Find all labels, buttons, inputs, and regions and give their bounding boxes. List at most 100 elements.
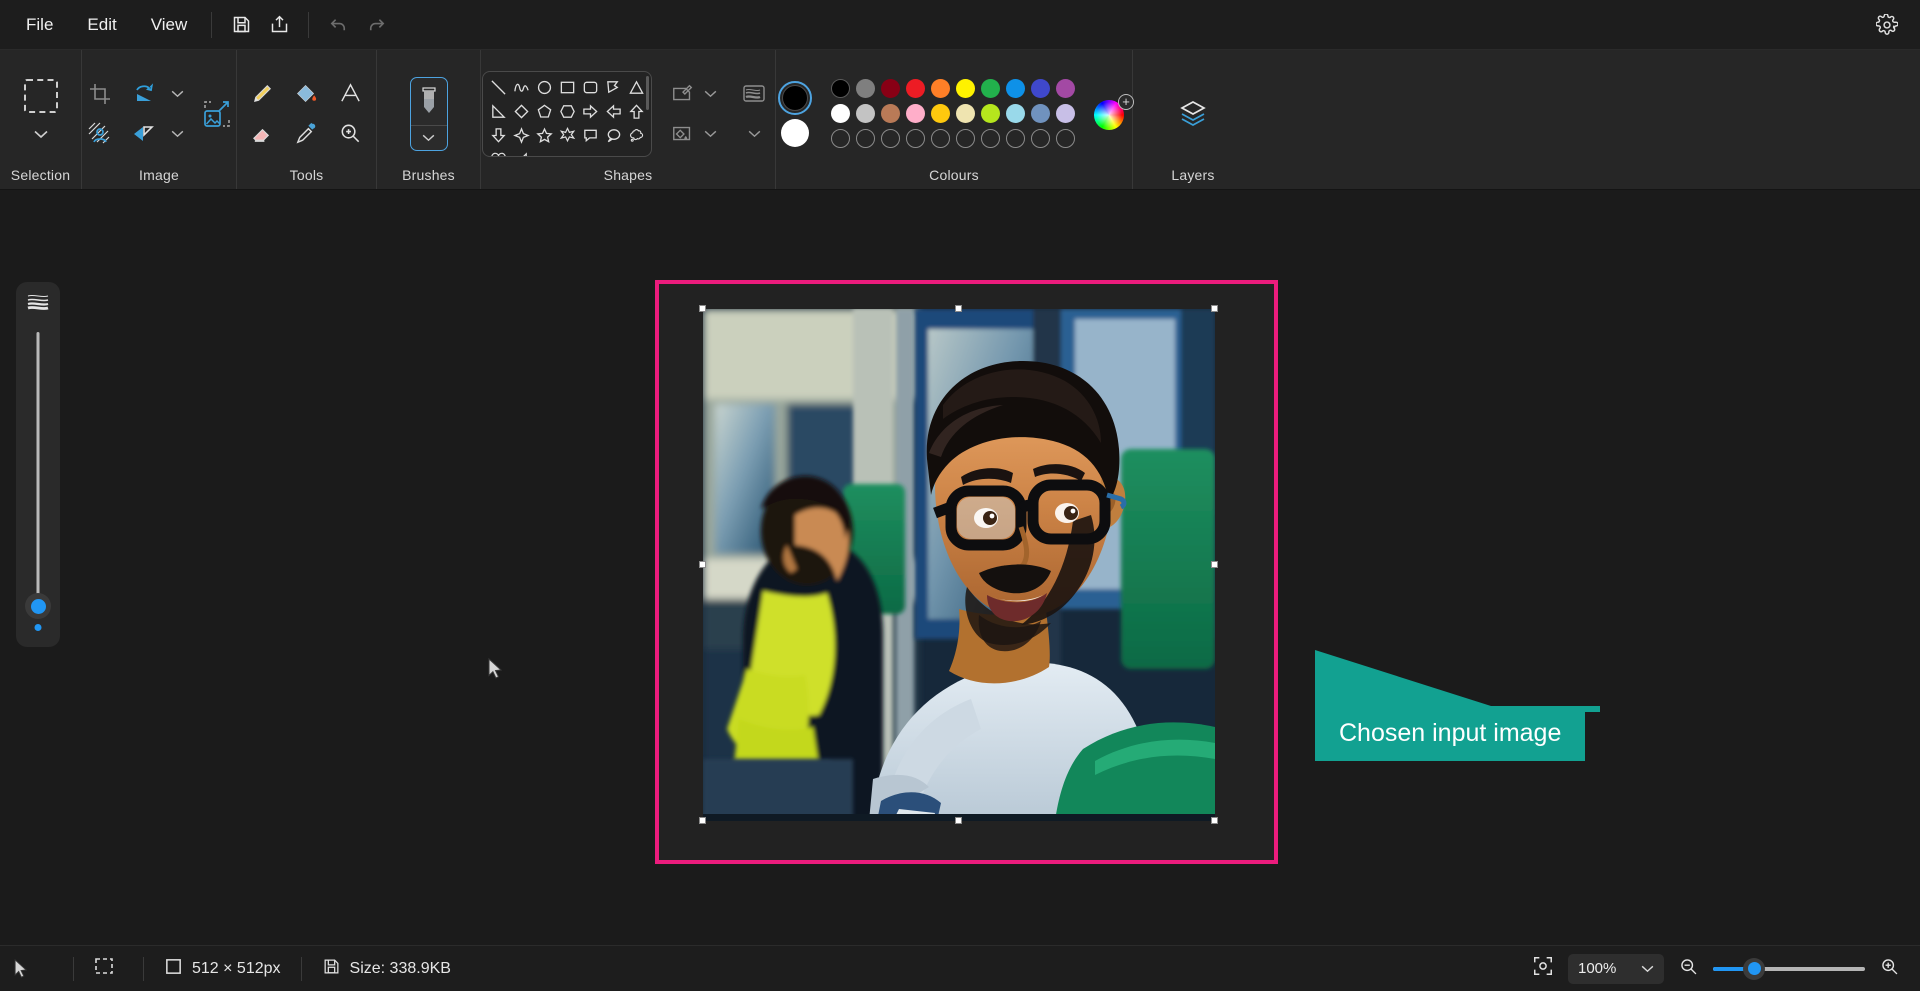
brush-dropdown-chevron-down-icon[interactable] [422,126,435,150]
zoom-level-select[interactable]: 100% [1568,953,1664,984]
shape-fill-dropdown-chevron-down-icon[interactable] [700,117,720,151]
diamond-shape[interactable] [510,100,533,124]
palette-swatch-r2-c8[interactable] [1006,104,1025,123]
palette-swatch-r1-c1[interactable] [831,79,850,98]
shape-outline-dropdown-chevron-down-icon[interactable] [700,77,720,111]
polygon-shape[interactable] [602,76,625,100]
resize-handle-e[interactable] [1211,561,1218,568]
down-arrow-shape[interactable] [487,124,510,148]
palette-swatch-r1-c5[interactable] [931,79,950,98]
selection-dropdown-chevron-down-icon[interactable] [31,118,51,152]
palette-empty-slot-r3-c4[interactable] [906,129,925,148]
primary-colour-swatch[interactable] [778,80,812,115]
pencil-icon[interactable] [243,74,283,114]
rotate-dropdown-chevron-down-icon[interactable] [167,77,187,111]
colour-wheel-icon[interactable]: + [1094,93,1134,134]
lightning-shape[interactable] [510,148,533,156]
rectangle-select-icon[interactable] [21,76,61,116]
resize-handle-nw[interactable] [699,305,706,312]
shape-fill-icon[interactable] [663,114,703,154]
brush-size-slider[interactable] [16,282,60,647]
remove-background-icon[interactable] [80,114,120,154]
flip-icon[interactable] [124,114,164,154]
right-triangle-shape[interactable] [487,100,510,124]
four-point-star-shape[interactable] [510,124,533,148]
heart-shape[interactable] [487,148,510,156]
triangle-shape[interactable] [625,76,648,100]
line-shape[interactable] [487,76,510,100]
resize-handle-n[interactable] [955,305,962,312]
menu-edit[interactable]: Edit [73,9,130,41]
zoom-in-icon[interactable] [1879,956,1900,982]
rounded-rectangle-shape[interactable] [579,76,602,100]
palette-swatch-r2-c9[interactable] [1031,104,1050,123]
resize-handle-ne[interactable] [1211,305,1218,312]
zoom-slider[interactable] [1713,957,1865,980]
pentagon-shape[interactable] [533,100,556,124]
palette-swatch-r1-c7[interactable] [981,79,1000,98]
zoom-dropdown-chevron-down-icon[interactable] [1641,960,1654,977]
palette-swatch-r1-c4[interactable] [906,79,925,98]
resize-handle-sw[interactable] [699,817,706,824]
menu-file[interactable]: File [12,9,67,41]
brush-button[interactable] [409,76,448,151]
palette-swatch-r2-c4[interactable] [906,104,925,123]
canvas-image[interactable] [703,309,1215,821]
save-button[interactable] [222,8,260,42]
palette-swatch-r1-c2[interactable] [856,79,875,98]
plus-icon[interactable]: + [1118,93,1134,110]
palette-swatch-r1-c3[interactable] [881,79,900,98]
resize-handle-w[interactable] [699,561,706,568]
palette-empty-slot-r3-c6[interactable] [956,129,975,148]
rotate-icon[interactable] [124,74,164,114]
right-arrow-shape[interactable] [579,100,602,124]
menu-view[interactable]: View [137,9,202,41]
palette-empty-slot-r3-c8[interactable] [1006,129,1025,148]
zoom-out-icon[interactable] [1678,956,1699,982]
up-arrow-shape[interactable] [625,100,648,124]
eyedropper-icon[interactable] [287,114,327,154]
brush-size-thumb[interactable] [25,593,51,619]
palette-swatch-r2-c1[interactable] [831,104,850,123]
colour-palette[interactable] [828,76,1078,151]
resize-handle-se[interactable] [1211,817,1218,824]
palette-swatch-r1-c10[interactable] [1056,79,1075,98]
fit-to-screen-icon[interactable] [1532,955,1554,982]
resize-image-icon[interactable] [194,91,240,137]
five-point-star-shape[interactable] [533,124,556,148]
undo-button[interactable] [319,8,357,42]
brush-size-track[interactable] [36,332,40,600]
magnifier-icon[interactable] [331,114,371,154]
line-thickness-icon[interactable] [734,74,774,114]
crop-icon[interactable] [80,74,120,114]
palette-swatch-r2-c7[interactable] [981,104,1000,123]
share-button[interactable] [260,8,298,42]
ellipse-shape[interactable] [533,76,556,100]
cloud-callout-shape[interactable] [625,124,648,148]
curve-shape[interactable] [510,76,533,100]
palette-swatch-r2-c5[interactable] [931,104,950,123]
resize-handle-s[interactable] [955,817,962,824]
palette-empty-slot-r3-c2[interactable] [856,129,875,148]
paint-bucket-icon[interactable] [287,74,327,114]
eraser-icon[interactable] [243,114,283,154]
palette-empty-slot-r3-c1[interactable] [831,129,850,148]
palette-swatch-r1-c9[interactable] [1031,79,1050,98]
shapes-gallery[interactable] [482,70,652,157]
palette-empty-slot-r3-c10[interactable] [1056,129,1075,148]
text-tool-icon[interactable] [331,74,371,114]
rounded-callout-shape[interactable] [579,124,602,148]
shape-outline-icon[interactable] [663,74,703,114]
hexagon-shape[interactable] [556,100,579,124]
palette-swatch-r2-c3[interactable] [881,104,900,123]
palette-empty-slot-r3-c9[interactable] [1031,129,1050,148]
palette-swatch-r1-c6[interactable] [956,79,975,98]
rectangle-shape[interactable] [556,76,579,100]
palette-swatch-r2-c10[interactable] [1056,104,1075,123]
gear-icon[interactable] [1870,8,1904,42]
palette-empty-slot-r3-c5[interactable] [931,129,950,148]
shapes-scrollbar[interactable] [646,75,649,110]
palette-empty-slot-r3-c7[interactable] [981,129,1000,148]
left-arrow-shape[interactable] [602,100,625,124]
palette-empty-slot-r3-c3[interactable] [881,129,900,148]
